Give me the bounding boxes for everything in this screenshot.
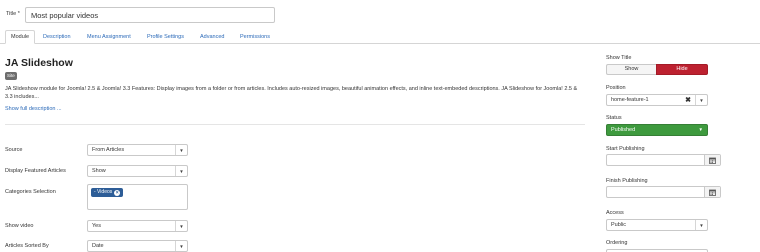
position-select-value: home-feature-1 — [611, 97, 649, 103]
title-input-value: Most popular videos — [31, 11, 99, 20]
categories-multiselect[interactable]: - Videos × — [87, 184, 188, 210]
chevron-down-icon: ▼ — [175, 241, 187, 251]
tab-permissions[interactable]: Permissions — [240, 30, 270, 44]
site-badge: Site — [5, 72, 17, 80]
chevron-down-icon: ▼ — [698, 127, 703, 132]
status-label: Status — [606, 115, 622, 121]
tab-profile-settings[interactable]: Profile Settings — [147, 30, 184, 44]
access-select[interactable]: Public ▼ — [606, 219, 708, 231]
title-label: Title * — [6, 11, 20, 17]
category-tag-label: - Videos — [94, 189, 113, 195]
sorted-by-select-value: Date — [92, 243, 104, 249]
module-description: JA Slideshow module for Joomla! 2.5 & Jo… — [5, 86, 578, 100]
title-input[interactable]: Most popular videos — [25, 7, 275, 23]
show-title-hide-button[interactable]: Hide — [656, 64, 708, 75]
tab-menu-assignment[interactable]: Menu Assignment — [87, 30, 131, 44]
source-select[interactable]: From Articles ▼ — [87, 144, 188, 156]
chevron-down-icon: ▼ — [695, 220, 707, 230]
access-label: Access — [606, 210, 624, 216]
show-video-select[interactable]: Yes ▼ — [87, 220, 188, 232]
chevron-down-icon: ▼ — [175, 145, 187, 155]
start-publishing-input[interactable] — [606, 154, 721, 166]
status-select-value: Published — [611, 127, 636, 133]
sorted-by-select[interactable]: Date ▼ — [87, 240, 188, 252]
chevron-down-icon: ▼ — [175, 166, 187, 176]
calendar-icon[interactable] — [704, 187, 720, 197]
featured-select-value: Show — [92, 168, 106, 174]
remove-tag-icon[interactable]: × — [114, 189, 121, 196]
categories-label: Categories Selection — [5, 189, 56, 195]
featured-label: Display Featured Articles — [5, 168, 66, 174]
position-select[interactable]: home-feature-1 ✖ ▼ — [606, 94, 708, 106]
show-title-toggle[interactable]: Show Hide — [606, 64, 708, 75]
finish-publishing-input[interactable] — [606, 186, 721, 198]
show-video-select-value: Yes — [92, 223, 101, 229]
featured-select[interactable]: Show ▼ — [87, 165, 188, 177]
tab-description[interactable]: Description — [43, 30, 71, 44]
tab-advanced[interactable]: Advanced — [200, 30, 224, 44]
chevron-down-icon: ▼ — [695, 95, 707, 105]
clear-icon[interactable]: ✖ — [685, 96, 691, 104]
chevron-down-icon: ▼ — [175, 221, 187, 231]
show-full-description-link[interactable]: Show full description ... — [5, 106, 62, 112]
show-video-label: Show video — [5, 223, 34, 229]
finish-publishing-label: Finish Publishing — [606, 178, 648, 184]
source-label: Source — [5, 147, 23, 153]
show-title-label: Show Title — [606, 55, 632, 61]
calendar-icon[interactable] — [704, 155, 720, 165]
tab-module[interactable]: Module — [5, 30, 36, 44]
source-select-value: From Articles — [92, 147, 125, 153]
category-tag[interactable]: - Videos × — [91, 188, 124, 197]
access-select-value: Public — [611, 222, 626, 228]
position-label: Position — [606, 85, 626, 91]
module-title: JA Slideshow — [5, 57, 73, 69]
ordering-label: Ordering — [606, 240, 628, 246]
status-select[interactable]: Published ▼ — [606, 124, 708, 136]
start-publishing-label: Start Publishing — [606, 146, 645, 152]
section-divider — [5, 124, 585, 125]
sorted-by-label: Articles Sorted By — [5, 243, 49, 249]
show-title-show-button[interactable]: Show — [606, 64, 656, 75]
